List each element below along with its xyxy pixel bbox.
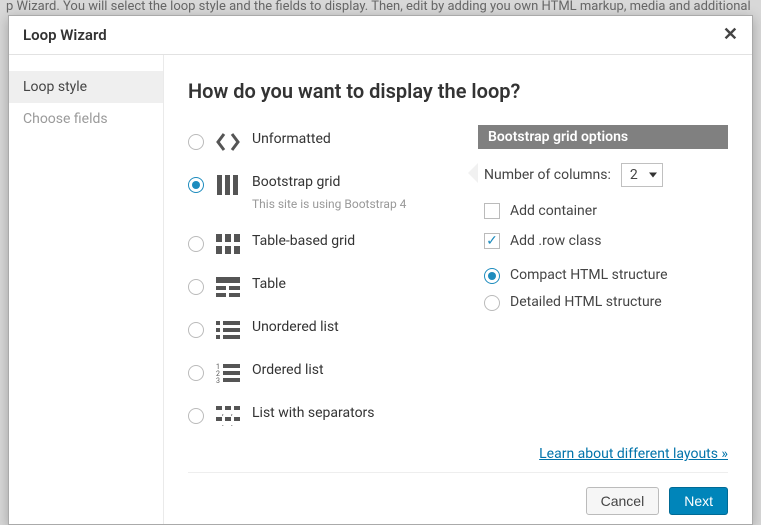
loop-style-options: Unformatted Bootstrap grid This site is …: [188, 125, 468, 442]
panel-arrow-icon: [468, 163, 478, 183]
sidebar-step-loop-style[interactable]: Loop style: [9, 71, 163, 103]
option-list-separators[interactable]: ,,,, List with separators: [188, 399, 468, 442]
columns-icon: [216, 175, 240, 195]
option-label: Table: [252, 276, 286, 292]
structure-detailed-label: Detailed HTML structure: [510, 294, 662, 310]
add-container-label: Add container: [510, 203, 597, 219]
sidebar-step-choose-fields[interactable]: Choose fields: [9, 103, 163, 135]
svg-text:3: 3: [216, 377, 220, 383]
option-table-based-grid[interactable]: Table-based grid: [188, 227, 468, 270]
radio-icon[interactable]: [188, 322, 204, 338]
grid-icon: [216, 234, 240, 254]
radio-icon[interactable]: [188, 408, 204, 424]
structure-compact-label: Compact HTML structure: [510, 267, 668, 283]
add-container-checkbox[interactable]: [484, 203, 500, 219]
options-panel: Bootstrap grid options Number of columns…: [478, 125, 728, 442]
add-row-checkbox[interactable]: ✓: [484, 233, 500, 249]
svg-text:,: ,: [231, 419, 233, 426]
structure-compact-radio[interactable]: [484, 268, 500, 284]
option-unordered-list[interactable]: Unordered list: [188, 313, 468, 356]
option-unformatted[interactable]: Unformatted: [188, 125, 468, 168]
option-label: Table-based grid: [252, 233, 355, 249]
ulist-icon: [216, 320, 240, 340]
option-ordered-list[interactable]: 123 Ordered list: [188, 356, 468, 399]
backdrop-text: p Wizard. You will select the loop style…: [6, 0, 755, 13]
main-pane: How do you want to display the loop? Unf…: [164, 55, 752, 524]
radio-icon[interactable]: [188, 177, 204, 193]
option-table[interactable]: Table: [188, 270, 468, 313]
cols-label: Number of columns:: [484, 167, 611, 183]
cancel-button[interactable]: Cancel: [586, 487, 660, 515]
separator-icon: ,,,,: [216, 406, 240, 426]
main-heading: How do you want to display the loop?: [188, 79, 728, 103]
learn-link[interactable]: Learn about different layouts »: [539, 446, 728, 462]
option-label: Unordered list: [252, 319, 339, 335]
olist-icon: 123: [216, 363, 240, 383]
radio-icon[interactable]: [188, 279, 204, 295]
code-icon: [216, 132, 240, 152]
next-button[interactable]: Next: [669, 487, 728, 515]
dialog: Loop Wizard ✕ Loop style Choose fields H…: [8, 15, 753, 525]
svg-text:,: ,: [222, 408, 224, 417]
option-label: Ordered list: [252, 362, 324, 378]
svg-text:,: ,: [222, 419, 224, 426]
table-icon: [216, 277, 240, 297]
radio-icon[interactable]: [188, 134, 204, 150]
option-bootstrap-grid[interactable]: Bootstrap grid This site is using Bootst…: [188, 168, 468, 227]
wizard-sidebar: Loop style Choose fields: [9, 55, 164, 524]
option-label: List with separators: [252, 405, 375, 421]
add-row-label: Add .row class: [510, 233, 601, 249]
option-label: Unformatted: [252, 131, 331, 147]
cols-select[interactable]: 2: [621, 163, 663, 187]
radio-icon[interactable]: [188, 365, 204, 381]
panel-title: Bootstrap grid options: [478, 125, 728, 149]
option-hint: This site is using Bootstrap 4: [252, 197, 406, 211]
svg-text:,: ,: [231, 408, 233, 417]
dialog-title: Loop Wizard: [23, 26, 107, 44]
structure-detailed-radio[interactable]: [484, 295, 500, 311]
option-label: Bootstrap grid: [252, 174, 340, 190]
close-icon[interactable]: ✕: [723, 26, 738, 44]
radio-icon[interactable]: [188, 236, 204, 252]
titlebar: Loop Wizard ✕: [9, 16, 752, 55]
